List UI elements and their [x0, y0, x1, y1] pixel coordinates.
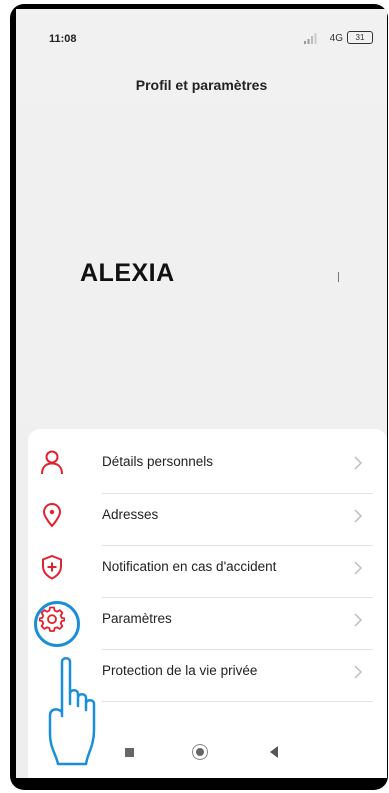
menu-item-label: Notification en cas d'accident [102, 559, 277, 574]
menu-item-label: Protection de la vie privée [102, 663, 258, 678]
chevron-right-icon [354, 456, 363, 470]
home-button[interactable] [192, 744, 208, 760]
divider [102, 701, 373, 702]
battery-icon: 31 [347, 31, 373, 44]
menu-item-accident-notification[interactable]: Notification en cas d'accident [28, 542, 387, 594]
pointing-hand-icon [48, 657, 96, 766]
page-title: Profil et paramètres [135, 77, 268, 93]
menu-item-label: Détails personnels [102, 454, 214, 469]
text-cursor [338, 272, 339, 282]
chevron-right-icon [354, 561, 363, 575]
menu-item-settings[interactable]: Paramètres [28, 594, 387, 646]
person-icon [41, 450, 63, 475]
menu-item-label: Adresses [102, 507, 159, 522]
chevron-right-icon [354, 509, 363, 523]
highlight-circle [34, 601, 80, 647]
signal-icon [304, 33, 317, 44]
shield-plus-icon [42, 554, 62, 580]
profile-name: ALEXIA [80, 259, 175, 287]
status-time: 11:08 [49, 33, 77, 45]
menu-item-personal-details[interactable]: Détails personnels [28, 437, 387, 489]
chevron-right-icon [354, 665, 363, 679]
recent-apps-button[interactable] [125, 748, 134, 757]
status-bar: 11:08 4G 31 [16, 9, 387, 51]
screen: 11:08 4G 31 Profil et paramètres ALEXIA … [16, 9, 387, 778]
back-button[interactable] [270, 746, 278, 758]
chevron-right-icon [354, 613, 363, 627]
menu-item-label: Paramètres [102, 611, 172, 626]
menu-item-addresses[interactable]: Adresses [28, 490, 387, 542]
network-type: 4G [329, 33, 343, 44]
location-pin-icon [42, 502, 62, 528]
